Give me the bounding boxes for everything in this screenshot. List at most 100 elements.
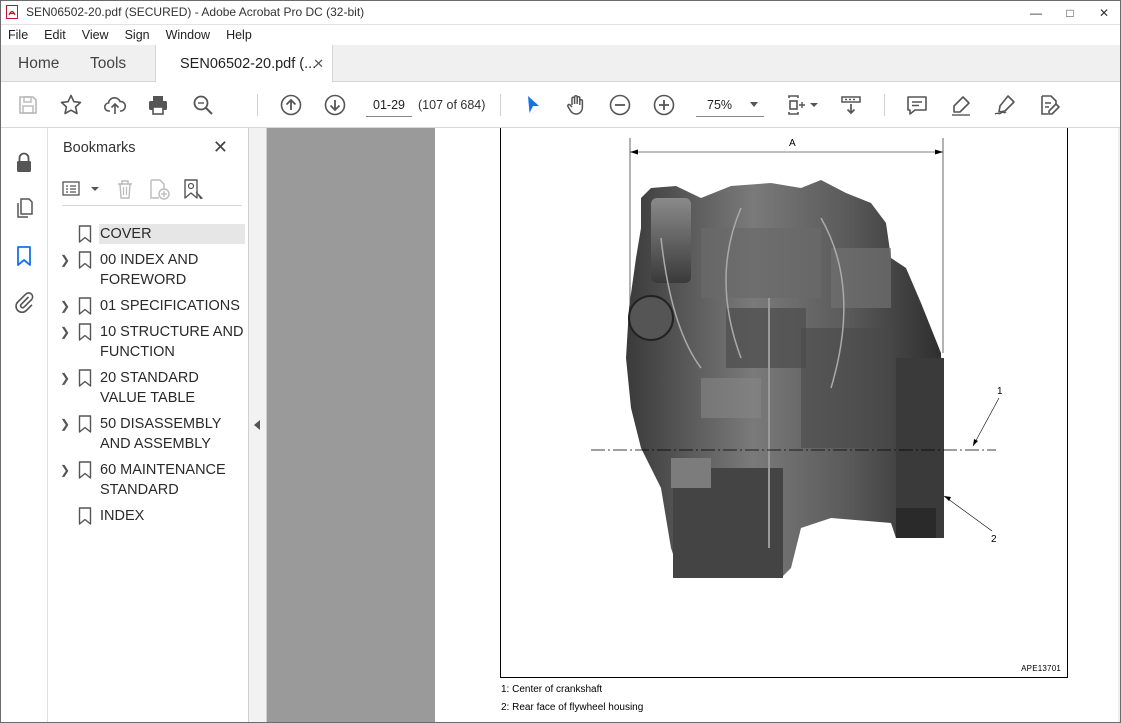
bookmark-list: COVER ❯ 00 INDEX AND FOREWORD ❯ 01 SPECI… — [48, 224, 249, 532]
expand-spacer — [56, 224, 74, 244]
menu-file[interactable]: File — [0, 28, 36, 42]
zoom-out-icon[interactable] — [607, 92, 633, 118]
scroll-mode-icon[interactable] — [838, 92, 864, 118]
page-thumbnails-icon[interactable] — [12, 196, 36, 220]
menu-bar: File Edit View Sign Window Help — [0, 25, 1121, 45]
bookmarks-title: Bookmarks — [63, 140, 136, 156]
bookmark-cover[interactable]: COVER — [48, 224, 249, 244]
bookmark-label: 20 STANDARD VALUE TABLE — [100, 370, 199, 406]
close-tab-icon[interactable]: ✕ — [313, 56, 324, 72]
bookmark-icon — [78, 323, 92, 341]
figure-id: APE13701 — [1021, 664, 1061, 673]
chevron-down-icon — [750, 102, 758, 107]
bookmark-maintenance-standard[interactable]: ❯ 60 MAINTENANCE STANDARD — [48, 460, 249, 500]
menu-view[interactable]: View — [74, 28, 117, 42]
tab-tools[interactable]: Tools — [90, 45, 126, 82]
bookmarks-toolbar — [62, 176, 242, 206]
engine-illustration: A 1 2 — [591, 138, 1003, 578]
save-icon[interactable] — [15, 92, 41, 118]
menu-window[interactable]: Window — [158, 28, 218, 42]
chevron-right-icon[interactable]: ❯ — [56, 368, 74, 388]
chevron-right-icon[interactable]: ❯ — [56, 296, 74, 316]
options-menu-icon[interactable] — [62, 178, 84, 200]
toolbar-separator — [500, 94, 501, 116]
highlight-icon[interactable] — [948, 92, 974, 118]
select-cursor-icon[interactable] — [520, 92, 546, 118]
close-icon[interactable]: ✕ — [213, 137, 228, 158]
bookmark-icon — [78, 225, 92, 243]
prev-page-icon[interactable] — [278, 92, 304, 118]
chevron-right-icon[interactable]: ❯ — [56, 414, 74, 434]
toolbar-separator — [884, 94, 885, 116]
tab-document[interactable]: SEN06502-20.pdf (... ✕ — [155, 45, 333, 83]
bookmark-icon — [78, 507, 92, 525]
chevron-left-icon — [254, 420, 260, 430]
hand-icon[interactable] — [563, 92, 589, 118]
zoom-value: 75% — [707, 97, 733, 112]
tab-home[interactable]: Home — [18, 45, 59, 82]
maximize-icon[interactable]: □ — [1053, 0, 1087, 25]
new-bookmark-icon[interactable] — [148, 178, 170, 200]
delete-icon[interactable] — [114, 178, 136, 200]
menu-help[interactable]: Help — [218, 28, 260, 42]
sign-icon[interactable] — [992, 92, 1018, 118]
document-page[interactable]: A 1 2 APE13701 1: Center of crankshaft 2… — [435, 128, 1121, 723]
lock-icon[interactable] — [12, 150, 36, 174]
document-background — [267, 128, 435, 723]
bookmark-specifications[interactable]: ❯ 01 SPECIFICATIONS — [48, 296, 249, 316]
comment-icon[interactable] — [904, 92, 930, 118]
chevron-right-icon[interactable]: ❯ — [56, 322, 74, 342]
panel-collapse-handle[interactable] — [249, 128, 267, 723]
caption-1: 1: Center of crankshaft — [501, 684, 603, 695]
fit-page-icon[interactable] — [784, 92, 810, 118]
minimize-icon[interactable]: — — [1019, 0, 1053, 25]
bookmark-label: 00 INDEX AND FOREWORD — [100, 252, 199, 288]
star-icon[interactable] — [58, 92, 84, 118]
bookmark-icon — [78, 369, 92, 387]
caption-2: 2: Rear face of flywheel housing — [501, 702, 644, 713]
bookmark-disassembly-assembly[interactable]: ❯ 50 DISASSEMBLY AND ASSEMBLY — [48, 414, 249, 454]
toolbar-separator — [257, 94, 258, 116]
edit-pdf-icon[interactable] — [1036, 92, 1062, 118]
search-icon[interactable] — [190, 92, 216, 118]
bookmark-structure-function[interactable]: ❯ 10 STRUCTURE AND FUNCTION — [48, 322, 249, 362]
chevron-down-icon[interactable] — [808, 92, 820, 118]
bookmark-label: 01 SPECIFICATIONS — [100, 298, 240, 314]
bookmark-index[interactable]: INDEX — [48, 506, 249, 526]
document-tab-label: SEN06502-20.pdf (... — [180, 56, 317, 72]
chevron-right-icon[interactable]: ❯ — [56, 460, 74, 480]
bookmark-icon — [78, 297, 92, 315]
bookmark-label: 50 DISASSEMBLY AND ASSEMBLY — [100, 416, 222, 452]
bookmark-label: 10 STRUCTURE AND FUNCTION — [100, 324, 244, 360]
bookmark-icon — [78, 461, 92, 479]
bookmark-standard-value-table[interactable]: ❯ 20 STANDARD VALUE TABLE — [48, 368, 249, 408]
figure-frame: A 1 2 APE13701 — [500, 128, 1068, 678]
bookmark-index-foreword[interactable]: ❯ 00 INDEX AND FOREWORD — [48, 250, 249, 290]
page-count: (107 of 684) — [418, 98, 486, 112]
bookmark-label: COVER — [99, 224, 245, 244]
chevron-down-icon[interactable] — [84, 178, 99, 200]
tab-bar: Home Tools SEN06502-20.pdf (... ✕ — [0, 45, 1121, 83]
callout-2: 2 — [991, 534, 997, 545]
next-page-icon[interactable] — [322, 92, 348, 118]
menu-edit[interactable]: Edit — [36, 28, 74, 42]
upload-icon[interactable] — [102, 92, 128, 118]
bookmark-panel-icon[interactable] — [12, 244, 36, 268]
window-title: SEN06502-20.pdf (SECURED) - Adobe Acroba… — [26, 5, 365, 19]
acrobat-logo-icon — [6, 5, 18, 19]
callout-1: 1 — [997, 386, 1003, 397]
zoom-in-icon[interactable] — [651, 92, 677, 118]
bookmark-label: 60 MAINTENANCE STANDARD — [100, 462, 226, 498]
main-toolbar: 01-29 (107 of 684) 75% — [0, 82, 1121, 128]
find-bookmark-icon[interactable] — [182, 178, 204, 200]
bookmarks-panel: Bookmarks ✕ COVER ❯ 00 INDEX AND FOREWOR… — [48, 128, 249, 723]
attachment-icon[interactable] — [12, 290, 36, 314]
close-window-icon[interactable]: ✕ — [1087, 0, 1121, 25]
print-icon[interactable] — [145, 92, 171, 118]
chevron-right-icon[interactable]: ❯ — [56, 250, 74, 270]
dimension-label: A — [789, 138, 796, 149]
menu-sign[interactable]: Sign — [117, 28, 158, 42]
bookmark-label: INDEX — [100, 508, 145, 524]
page-number-input[interactable]: 01-29 — [366, 93, 412, 117]
zoom-select[interactable]: 75% — [696, 93, 764, 117]
